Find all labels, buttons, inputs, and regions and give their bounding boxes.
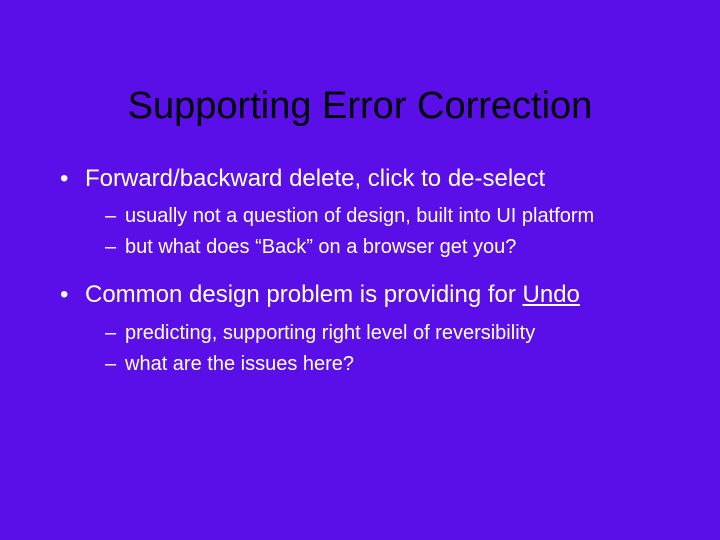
- sub-bullet-item: but what does “Back” on a browser get yo…: [50, 234, 670, 261]
- bullet-text-prefix: Common design problem is providing for: [85, 281, 523, 308]
- bullet-item: Common design problem is providing for U…: [50, 279, 670, 311]
- sub-bullet-group: usually not a question of design, built …: [50, 203, 670, 261]
- sub-bullet-group: predicting, supporting right level of re…: [50, 320, 670, 378]
- sub-bullet-item: what are the issues here?: [50, 351, 670, 378]
- bullet-text-underlined: Undo: [523, 281, 580, 308]
- sub-bullet-item: usually not a question of design, built …: [50, 203, 670, 230]
- sub-bullet-item: predicting, supporting right level of re…: [50, 320, 670, 347]
- slide-title: Supporting Error Correction: [50, 85, 670, 128]
- slide-content: Forward/backward delete, click to de-sel…: [50, 163, 670, 378]
- bullet-item: Forward/backward delete, click to de-sel…: [50, 163, 670, 195]
- slide: Supporting Error Correction Forward/back…: [0, 0, 720, 540]
